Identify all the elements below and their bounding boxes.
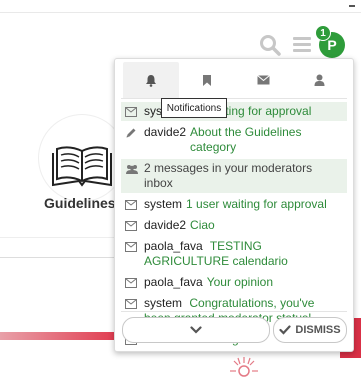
notification-text: Your opinion bbox=[206, 275, 273, 289]
divider bbox=[0, 237, 118, 238]
envelope-icon bbox=[256, 75, 270, 85]
search-icon[interactable] bbox=[259, 34, 281, 56]
sun-logo-icon bbox=[228, 355, 260, 377]
notification-item[interactable]: 2 messages in your moderators inbox bbox=[121, 159, 347, 193]
dismiss-button[interactable]: DISMISS bbox=[273, 317, 347, 343]
bookmark-icon bbox=[203, 74, 211, 86]
bell-icon bbox=[146, 74, 156, 87]
panel-tabs bbox=[121, 62, 347, 99]
envelope-outline-icon bbox=[125, 240, 139, 254]
notifications-panel: syst ting for approval davide2 About the… bbox=[114, 58, 354, 352]
tab-profile[interactable] bbox=[291, 62, 347, 98]
envelope-outline-icon bbox=[125, 198, 139, 212]
chevron-down-icon bbox=[190, 326, 202, 334]
notification-item[interactable]: paola_fava TESTING AGRICULTURE calendari… bbox=[121, 237, 347, 271]
notification-user: system bbox=[144, 296, 183, 310]
notification-item[interactable]: davide2 About the Guidelines category bbox=[121, 123, 347, 157]
dismiss-label: DISMISS bbox=[295, 324, 341, 336]
divider bbox=[0, 257, 118, 258]
notification-text: Ciao bbox=[190, 218, 215, 232]
notification-text: 1 user waiting for approval bbox=[186, 197, 327, 211]
tab-messages[interactable] bbox=[235, 62, 291, 98]
notification-text: 2 messages in your moderators inbox bbox=[144, 161, 313, 190]
notification-badge: 1 bbox=[315, 25, 331, 41]
envelope-outline-icon bbox=[125, 105, 139, 119]
check-icon bbox=[279, 325, 291, 335]
tab-bookmarks[interactable] bbox=[179, 62, 235, 98]
header-divider bbox=[0, 12, 361, 13]
notification-item[interactable]: system 1 user waiting for approval bbox=[121, 195, 347, 214]
envelope-outline-icon bbox=[125, 219, 139, 233]
envelope-outline-icon bbox=[125, 276, 139, 290]
category-label[interactable]: Guidelines bbox=[44, 195, 116, 211]
notification-user: paola_fava bbox=[144, 275, 203, 289]
notifications-tooltip: Notifications bbox=[161, 98, 227, 118]
category-logo[interactable] bbox=[39, 115, 125, 201]
notification-text: About the Guidelines category bbox=[190, 125, 302, 154]
notification-item[interactable]: syst ting for approval bbox=[121, 102, 347, 121]
window-dash bbox=[349, 5, 355, 7]
pencil-icon bbox=[125, 126, 139, 140]
notification-list: syst ting for approval davide2 About the… bbox=[121, 102, 347, 351]
top-bar bbox=[0, 0, 361, 12]
notification-item[interactable]: paola_fava Your opinion bbox=[121, 273, 347, 292]
notification-user: paola_fava bbox=[144, 239, 203, 253]
notification-user: system bbox=[144, 197, 183, 211]
notification-text: ting for approval bbox=[225, 104, 312, 118]
notification-user: davide2 bbox=[144, 218, 187, 232]
notification-item[interactable]: davide2 Ciao bbox=[121, 216, 347, 235]
tab-notifications[interactable] bbox=[123, 62, 179, 98]
decorative-banner bbox=[0, 332, 118, 340]
user-icon bbox=[314, 74, 324, 86]
envelope-outline-icon bbox=[125, 297, 139, 311]
book-icon bbox=[52, 146, 112, 187]
show-more-button[interactable] bbox=[122, 317, 270, 343]
hamburger-menu-icon[interactable] bbox=[293, 35, 311, 53]
users-icon bbox=[125, 162, 139, 176]
divider bbox=[121, 311, 347, 312]
notification-user: davide2 bbox=[144, 125, 187, 139]
